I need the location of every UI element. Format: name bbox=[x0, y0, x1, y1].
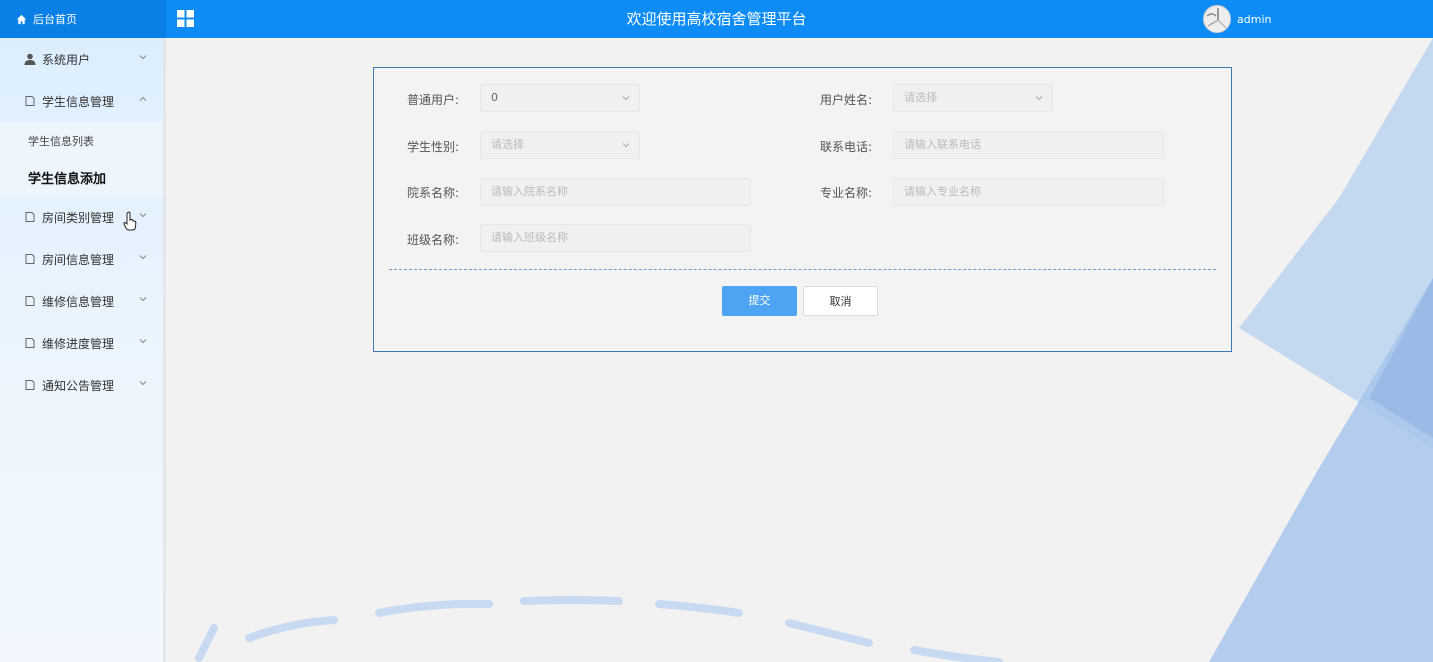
sidebar-item-label: 维修进度管理 bbox=[42, 336, 115, 351]
label-major: 专业名称: bbox=[819, 186, 872, 200]
grid-icon[interactable] bbox=[177, 10, 194, 27]
home-label: 后台首页 bbox=[33, 13, 77, 26]
college-placeholder: 请输入院系名称 bbox=[491, 185, 568, 198]
student-add-form: 普通用户: 0 用户姓名: 请选择 学生性别: 请选择 联系电话: 请输入联系电… bbox=[373, 67, 1232, 352]
sidebar-item-label: 房间类别管理 bbox=[42, 210, 115, 225]
chevron-up-icon bbox=[139, 96, 147, 101]
sidebar-item-room-category[interactable]: 房间类别管理 bbox=[0, 196, 163, 238]
chevron-down-icon bbox=[139, 255, 147, 260]
document-icon bbox=[25, 296, 35, 306]
phone-input[interactable]: 请输入联系电话 bbox=[893, 131, 1164, 159]
sidebar-item-system-users[interactable]: 系统用户 bbox=[0, 38, 163, 80]
sidebar-item-label: 学生信息管理 bbox=[42, 94, 115, 109]
sidebar-subitem-student-list[interactable]: 学生信息列表 bbox=[0, 122, 163, 159]
sidebar-item-repair-info[interactable]: 维修信息管理 bbox=[0, 280, 163, 322]
chevron-down-icon bbox=[622, 143, 630, 148]
label-user-name: 用户姓名: bbox=[819, 93, 872, 107]
chevron-down-icon bbox=[139, 297, 147, 302]
label-gender: 学生性别: bbox=[406, 140, 459, 154]
label-college: 院系名称: bbox=[406, 186, 459, 200]
major-placeholder: 请输入专业名称 bbox=[904, 185, 981, 198]
gender-select[interactable]: 请选择 bbox=[480, 131, 640, 159]
avatar-image bbox=[1205, 7, 1230, 32]
user-name-select[interactable]: 请选择 bbox=[893, 84, 1053, 112]
class-placeholder: 请输入班级名称 bbox=[491, 231, 568, 244]
home-icon bbox=[16, 14, 27, 24]
document-icon bbox=[25, 254, 35, 264]
submenu-student-info: 学生信息列表 学生信息添加 bbox=[0, 122, 163, 196]
chevron-down-icon bbox=[139, 339, 147, 344]
class-input[interactable]: 请输入班级名称 bbox=[480, 224, 751, 252]
chevron-down-icon bbox=[139, 381, 147, 386]
gender-placeholder: 请选择 bbox=[491, 138, 524, 151]
user-type-select[interactable]: 0 bbox=[480, 84, 640, 112]
user-icon bbox=[24, 53, 36, 65]
document-icon bbox=[25, 212, 35, 222]
user-menu[interactable]: admin bbox=[1203, 4, 1271, 34]
cancel-button[interactable]: 取消 bbox=[803, 286, 878, 316]
submit-button[interactable]: 提交 bbox=[722, 286, 797, 316]
document-icon bbox=[25, 380, 35, 390]
chevron-down-icon bbox=[139, 213, 147, 218]
sidebar-item-repair-progress[interactable]: 维修进度管理 bbox=[0, 322, 163, 364]
document-icon bbox=[25, 338, 35, 348]
sidebar-item-label: 维修信息管理 bbox=[42, 294, 115, 309]
top-header: 后台首页 欢迎使用高校宿舍管理平台 admin bbox=[0, 0, 1433, 38]
sidebar-subitem-student-add[interactable]: 学生信息添加 bbox=[0, 159, 163, 196]
chevron-down-icon bbox=[622, 96, 630, 101]
major-input[interactable]: 请输入专业名称 bbox=[893, 178, 1164, 206]
user-name-placeholder: 请选择 bbox=[904, 91, 937, 104]
label-class: 班级名称: bbox=[406, 233, 459, 247]
sidebar: 系统用户 学生信息管理 学生信息列表 学生信息添加 房间类别管理 房间信息管理 … bbox=[0, 38, 166, 662]
sidebar-item-label: 房间信息管理 bbox=[42, 252, 115, 267]
username: admin bbox=[1237, 12, 1272, 26]
sidebar-item-notices[interactable]: 通知公告管理 bbox=[0, 364, 163, 406]
chevron-down-icon bbox=[1035, 96, 1043, 101]
sidebar-item-student-info[interactable]: 学生信息管理 bbox=[0, 80, 163, 122]
document-icon bbox=[25, 96, 35, 106]
user-type-value: 0 bbox=[491, 91, 498, 104]
sidebar-item-label: 通知公告管理 bbox=[42, 378, 115, 393]
avatar bbox=[1203, 5, 1231, 33]
sidebar-item-label: 系统用户 bbox=[42, 52, 91, 67]
chevron-down-icon bbox=[139, 55, 147, 60]
label-user-type: 普通用户: bbox=[406, 93, 459, 107]
college-input[interactable]: 请输入院系名称 bbox=[480, 178, 751, 206]
sidebar-item-room-info[interactable]: 房间信息管理 bbox=[0, 238, 163, 280]
label-phone: 联系电话: bbox=[819, 140, 872, 154]
phone-placeholder: 请输入联系电话 bbox=[904, 138, 981, 151]
form-divider bbox=[389, 269, 1216, 270]
home-link[interactable]: 后台首页 bbox=[0, 0, 166, 38]
